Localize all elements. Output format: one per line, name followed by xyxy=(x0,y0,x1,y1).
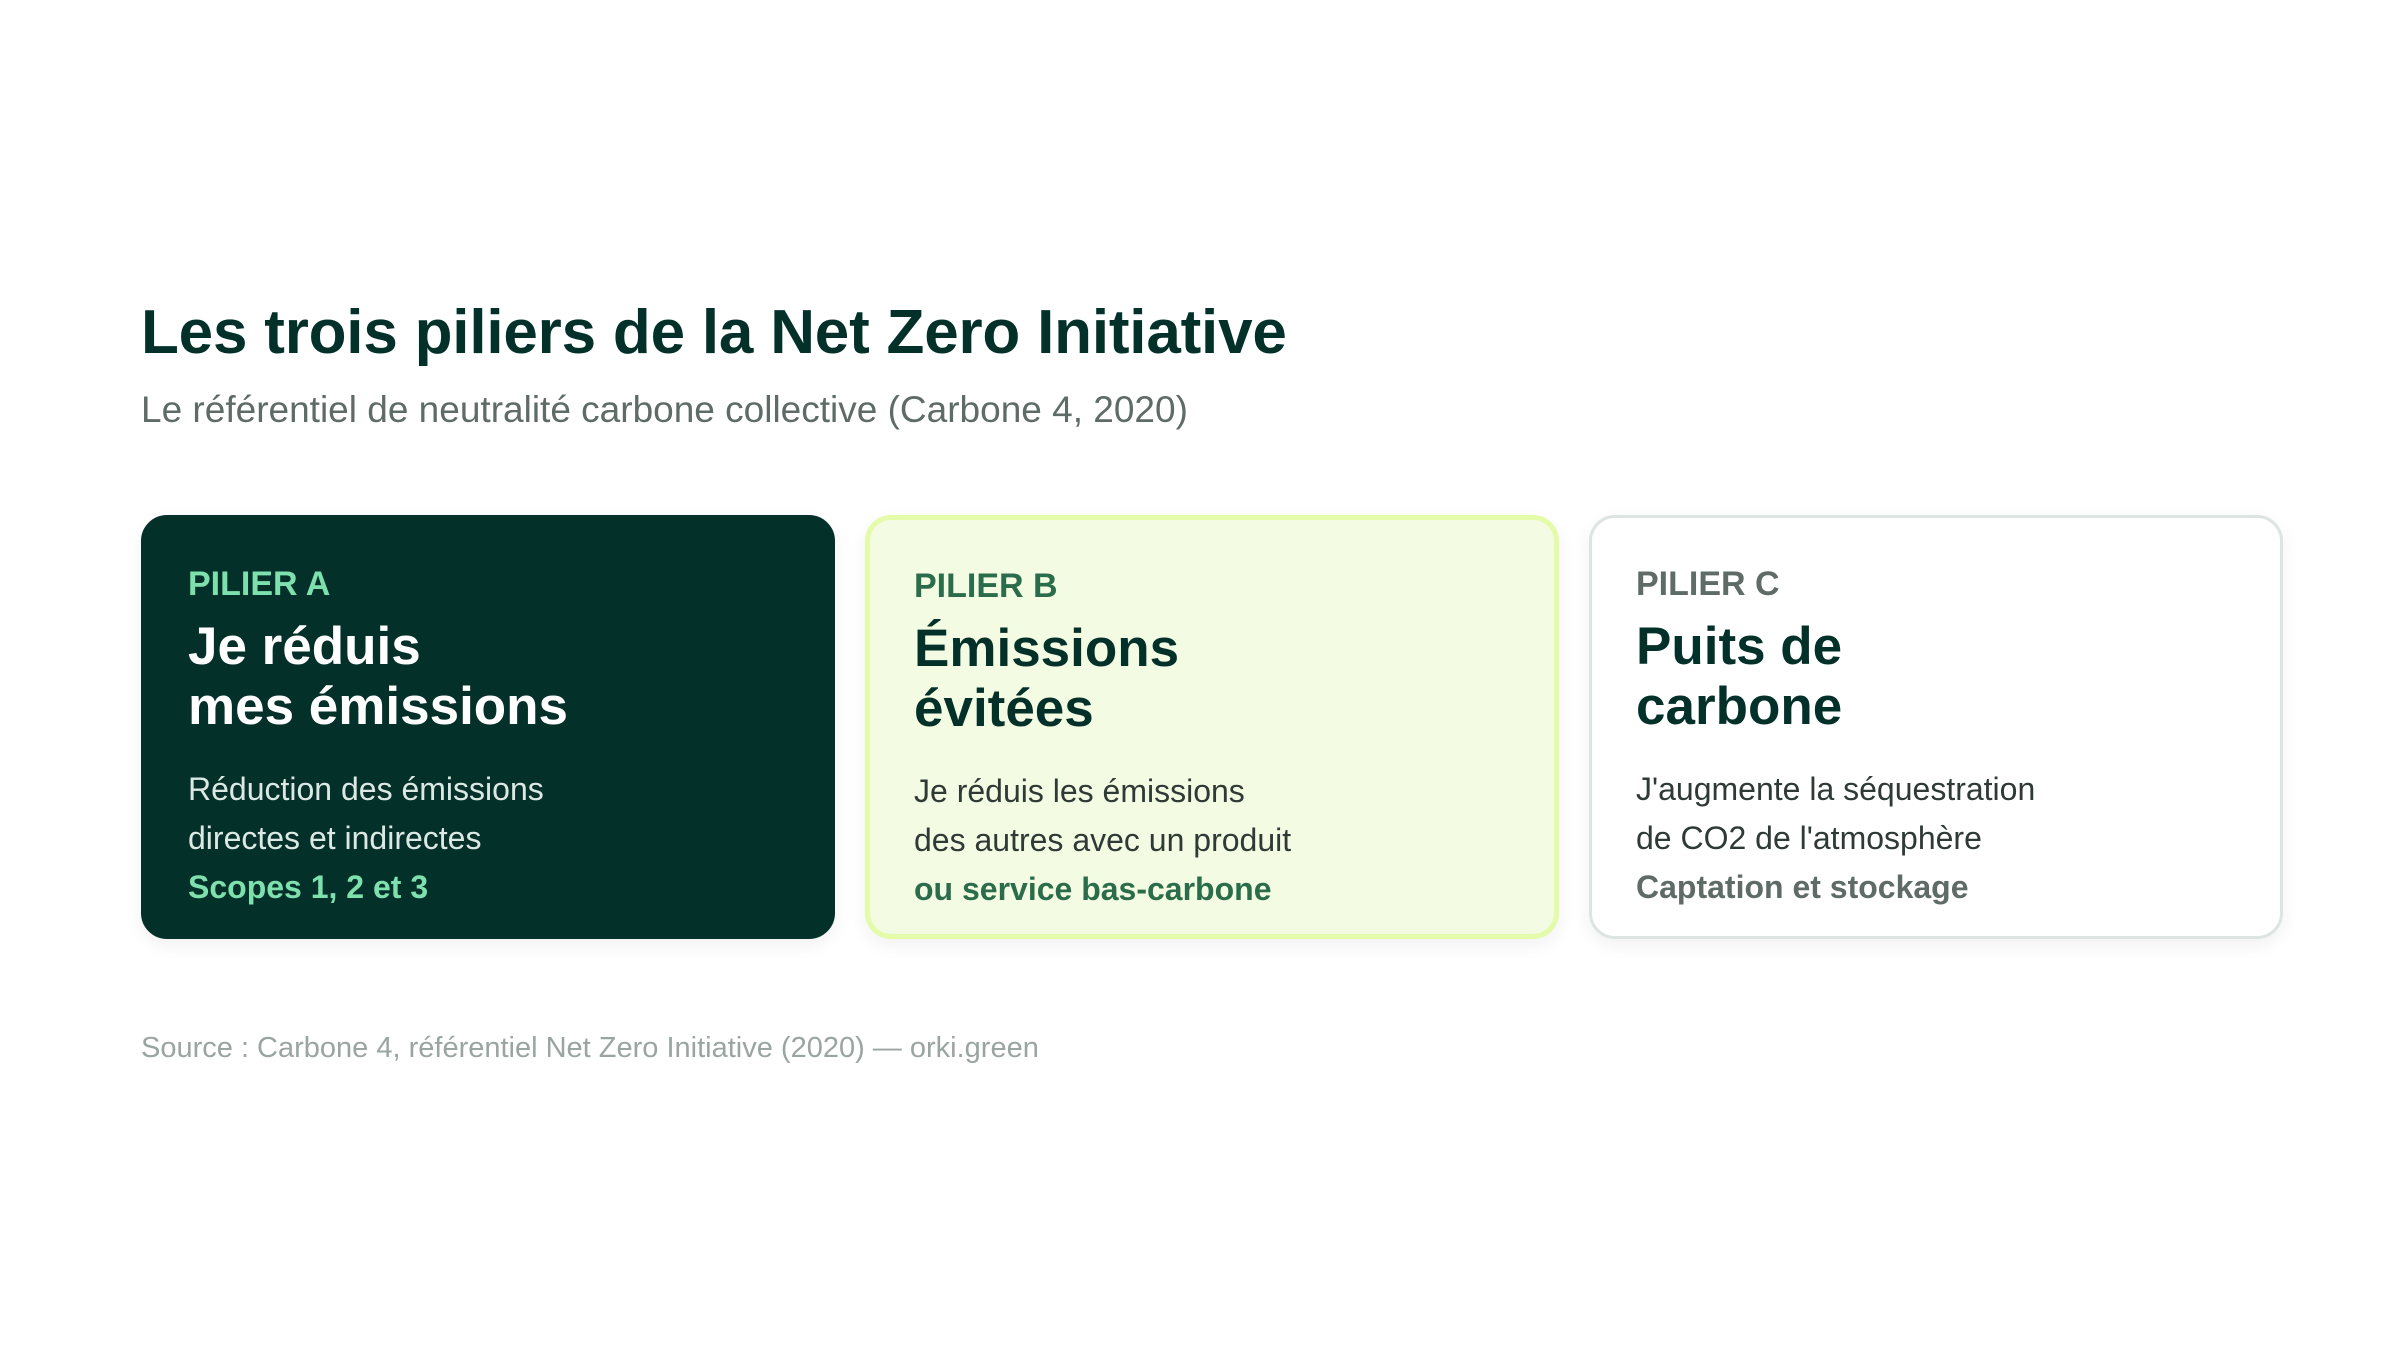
pillar-description: J'augmente la séquestration de CO2 de l'… xyxy=(1636,770,2036,856)
pillar-title: Émissions évitées xyxy=(914,618,1180,738)
pillar-highlight: Captation et stockage xyxy=(1636,868,1969,905)
page-subtitle: Le référentiel de neutralité carbone col… xyxy=(141,389,1188,431)
page-content: Les trois piliers de la Net Zero Initiat… xyxy=(141,296,2283,1066)
pillar-label: PILIER A xyxy=(188,564,331,603)
pillar-title: Puits de carbone xyxy=(1636,616,1843,736)
pillar-label: PILIER C xyxy=(1636,564,1780,603)
pillar-label: PILIER B xyxy=(914,566,1058,605)
pillar-card-a: PILIER A Je réduis mes émissions Réducti… xyxy=(141,514,835,939)
pillar-highlight: Scopes 1, 2 et 3 xyxy=(188,868,429,905)
pillar-card-b: PILIER B Émissions évitées Je réduis les… xyxy=(865,514,1559,939)
page-title: Les trois piliers de la Net Zero Initiat… xyxy=(141,298,1287,367)
pillars-row: PILIER A Je réduis mes émissions Réducti… xyxy=(141,514,2283,939)
pillar-description: Réduction des émissions directes et indi… xyxy=(188,770,544,856)
pillar-title: Je réduis mes émissions xyxy=(188,616,569,736)
pillar-highlight: ou service bas-carbone xyxy=(914,870,1272,907)
source-note: Source : Carbone 4, référentiel Net Zero… xyxy=(141,1031,1039,1064)
pillar-description: Je réduis les émissions des autres avec … xyxy=(914,772,1292,858)
pillar-card-c: PILIER C Puits de carbone J'augmente la … xyxy=(1589,514,2283,939)
